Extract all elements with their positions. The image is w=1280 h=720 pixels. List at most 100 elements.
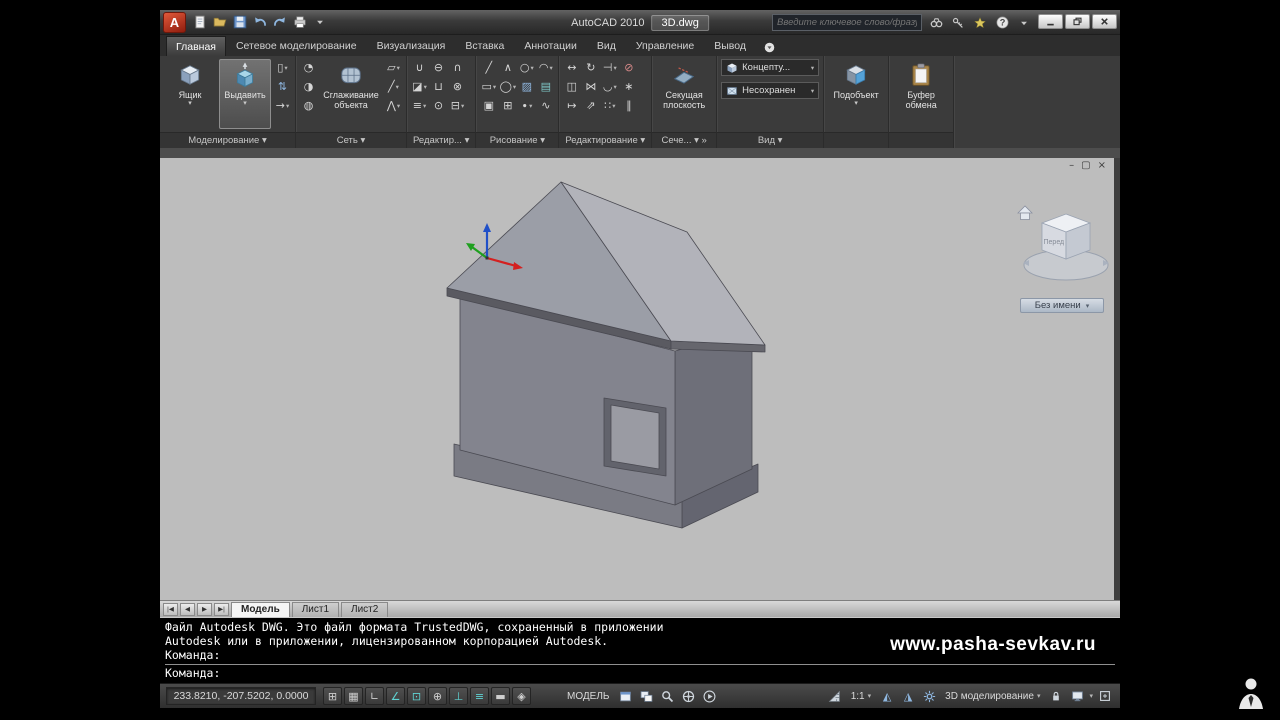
trim-button[interactable]: ⊣▾ bbox=[601, 59, 618, 76]
presspull-button[interactable]: ⇅ bbox=[274, 78, 291, 95]
intersect-button[interactable]: ∩ bbox=[449, 59, 466, 76]
mesh-face-button[interactable]: ▱▾ bbox=[385, 59, 402, 76]
ducs-toggle-button[interactable]: ⊥ bbox=[449, 687, 468, 705]
snap-toggle-button[interactable]: ⊞ bbox=[323, 687, 342, 705]
new-file-button[interactable] bbox=[191, 13, 209, 31]
panel-label-subobject[interactable] bbox=[824, 132, 888, 148]
erase-button[interactable]: ⊘ bbox=[620, 59, 637, 76]
drawing-viewport[interactable]: – ▢ × Перед bbox=[160, 158, 1114, 600]
table-button[interactable]: ⊞ bbox=[499, 97, 516, 114]
ortho-toggle-button[interactable]: ∟ bbox=[365, 687, 384, 705]
ribbon-tab-7[interactable]: Управление bbox=[626, 35, 704, 56]
showmotion-button[interactable] bbox=[700, 687, 718, 705]
union-button[interactable]: ∪ bbox=[411, 59, 428, 76]
redo-button[interactable] bbox=[271, 13, 289, 31]
sweep-button[interactable]: →▾ bbox=[274, 97, 291, 114]
ribbon-tab-3[interactable]: Визуализация bbox=[367, 35, 456, 56]
viewport-restore-icon[interactable]: ▢ bbox=[1081, 160, 1090, 171]
zoom-button[interactable] bbox=[658, 687, 676, 705]
ribbon-minimize-button[interactable] bbox=[764, 42, 775, 53]
box-button[interactable]: Ящик▾ bbox=[164, 59, 216, 129]
panel-label-clipboard[interactable] bbox=[889, 132, 953, 148]
ribbon-tab-4[interactable]: Вставка bbox=[455, 35, 514, 56]
annotation-visibility-button[interactable]: ◭ bbox=[878, 687, 896, 705]
spline-button[interactable]: ∿ bbox=[537, 97, 554, 114]
polar-toggle-button[interactable]: ∠ bbox=[386, 687, 405, 705]
layout-nav-prev-button[interactable]: ◀ bbox=[180, 603, 195, 616]
clipboard-paste-button[interactable]: Буфер обмена bbox=[893, 59, 949, 129]
point-button[interactable]: ∙▾ bbox=[518, 97, 535, 114]
layout-nav-last-button[interactable]: ▶| bbox=[214, 603, 229, 616]
scale-button[interactable]: ⇗ bbox=[582, 97, 599, 114]
quickview-drawings-button[interactable] bbox=[637, 687, 655, 705]
coordinates-readout[interactable]: 233.8210, -207.5202, 0.0000 bbox=[166, 687, 316, 705]
panel-label-modeling[interactable]: Моделирование ▾ bbox=[160, 132, 295, 148]
region-button[interactable]: ▣ bbox=[480, 97, 497, 114]
ribbon-tab-6[interactable]: Вид bbox=[587, 35, 626, 56]
view-name-dropdown[interactable]: Без имени ▾ bbox=[1020, 298, 1104, 313]
infocenter-menu-caret[interactable] bbox=[1016, 15, 1032, 31]
quickview-layouts-button[interactable] bbox=[616, 687, 634, 705]
arc-button[interactable]: ◠▾ bbox=[537, 59, 554, 76]
thicken-button[interactable]: ⊔ bbox=[430, 78, 447, 95]
shell-button[interactable]: ⊟▾ bbox=[449, 97, 466, 114]
subobject-filter-button[interactable]: Подобъект▾ bbox=[828, 59, 884, 129]
extrude-button[interactable]: Выдавить▾ bbox=[219, 59, 271, 129]
search-go-button[interactable] bbox=[928, 15, 944, 31]
panel-label-mesh[interactable]: Сеть ▾ bbox=[296, 132, 406, 148]
subscription-center-button[interactable] bbox=[950, 15, 966, 31]
minimize-button[interactable] bbox=[1038, 14, 1063, 29]
grid-toggle-button[interactable]: ▦ bbox=[344, 687, 363, 705]
otrack-toggle-button[interactable]: ⊕ bbox=[428, 687, 447, 705]
application-menu-button[interactable]: A bbox=[163, 12, 186, 33]
smooth-more-button[interactable]: ◔ bbox=[300, 59, 317, 76]
command-prompt[interactable]: Команда: bbox=[165, 666, 1115, 680]
gradient-button[interactable]: ▤ bbox=[537, 78, 554, 95]
move-button[interactable]: ↔ bbox=[563, 59, 580, 76]
layout-tab-3[interactable]: Лист2 bbox=[341, 602, 388, 617]
viewport-close-icon[interactable]: × bbox=[1098, 160, 1106, 171]
fillet-button[interactable]: ◡▾ bbox=[601, 78, 618, 95]
named-view-select[interactable]: Несохранен▾ bbox=[721, 82, 819, 99]
line-button[interactable]: ╱ bbox=[480, 59, 497, 76]
close-button[interactable] bbox=[1092, 14, 1117, 29]
favorites-button[interactable] bbox=[972, 15, 988, 31]
ribbon-tab-8[interactable]: Вывод bbox=[704, 35, 756, 56]
copy-button[interactable]: ◫ bbox=[563, 78, 580, 95]
model-space-button[interactable]: МОДЕЛЬ bbox=[563, 687, 613, 705]
polyline-button[interactable]: ∧ bbox=[499, 59, 516, 76]
lwt-toggle-button[interactable]: ▬ bbox=[491, 687, 510, 705]
circle-button[interactable]: ○▾ bbox=[518, 59, 535, 76]
steering-wheel-button[interactable] bbox=[679, 687, 697, 705]
rotate-button[interactable]: ↻ bbox=[582, 59, 599, 76]
ribbon-tab-2[interactable]: Сетевое моделирование bbox=[226, 35, 367, 56]
offset-button[interactable]: ∥ bbox=[620, 97, 637, 114]
viewcube[interactable]: Перед bbox=[1016, 202, 1112, 296]
rectangle-button[interactable]: ▭▾ bbox=[480, 78, 497, 95]
undo-button[interactable] bbox=[251, 13, 269, 31]
refine-button[interactable]: ◍ bbox=[300, 97, 317, 114]
visual-style-select[interactable]: Концепту...▾ bbox=[721, 59, 819, 76]
stretch-button[interactable]: ↦ bbox=[563, 97, 580, 114]
caret-down-button[interactable] bbox=[311, 13, 329, 31]
layout-tab-1[interactable]: Модель bbox=[231, 602, 290, 617]
viewcube-home-icon[interactable] bbox=[1018, 206, 1032, 220]
panel-label-modify[interactable]: Редактирование ▾ bbox=[559, 132, 651, 148]
panel-label-section[interactable]: Сече... ▾ » bbox=[652, 132, 716, 148]
panel-label-view[interactable]: Вид ▾ bbox=[717, 132, 823, 148]
polysolid-button[interactable]: ▯▾ bbox=[274, 59, 291, 76]
imprint-button[interactable]: ⊙ bbox=[430, 97, 447, 114]
panel-label-solid-editing[interactable]: Редактир... ▾ bbox=[407, 132, 475, 148]
slice-button[interactable]: ◪▾ bbox=[411, 78, 428, 95]
application-status-button[interactable] bbox=[1068, 687, 1086, 705]
workspace-switch-button[interactable]: 3D моделирование ▾ bbox=[941, 687, 1044, 705]
ucs-icon[interactable] bbox=[460, 214, 540, 274]
layout-tab-2[interactable]: Лист1 bbox=[292, 602, 339, 617]
toolbar-lock-button[interactable] bbox=[1047, 687, 1065, 705]
mirror-button[interactable]: ⋈ bbox=[582, 78, 599, 95]
restore-button[interactable] bbox=[1065, 14, 1090, 29]
layout-nav-first-button[interactable]: |◀ bbox=[163, 603, 178, 616]
ribbon-tab-5[interactable]: Аннотации bbox=[514, 35, 587, 56]
annotation-scale-icon[interactable] bbox=[826, 687, 844, 705]
array-button[interactable]: ∷▾ bbox=[601, 97, 618, 114]
